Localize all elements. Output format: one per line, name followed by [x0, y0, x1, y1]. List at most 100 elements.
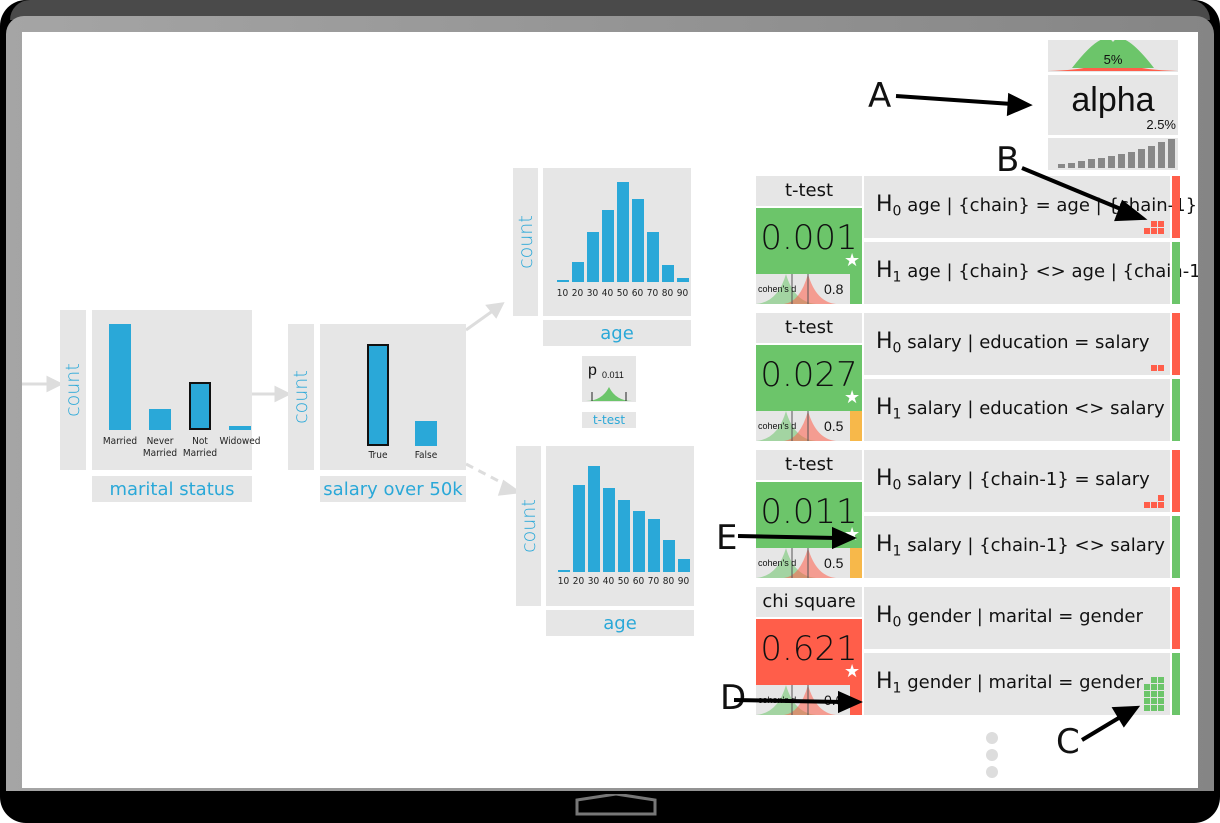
effect-size-panel: cohen's d 0.01 [756, 685, 850, 715]
h0-panel[interactable]: H0 salary | education = salary [864, 313, 1170, 375]
h0-panel[interactable]: H0 salary | {chain-1} = salary [864, 450, 1170, 512]
bar-widowed[interactable] [229, 425, 251, 430]
star-icon[interactable]: ★ [844, 250, 860, 271]
evidence-block [1151, 365, 1157, 371]
evidence-block [1158, 228, 1164, 234]
star-icon[interactable]: ★ [844, 661, 860, 682]
age-top-ylabel: count [514, 215, 537, 269]
bar-50[interactable] [616, 182, 629, 282]
alpha-history-bar [1058, 164, 1065, 168]
effect-value: 0.5 [824, 418, 844, 434]
annotation-d: D [720, 678, 747, 718]
alpha-history-bar [1128, 152, 1135, 168]
evidence-block [1158, 698, 1164, 704]
tick-label: Widowed [219, 436, 261, 447]
mini-test-name: t-test [582, 412, 636, 428]
bar-60[interactable] [631, 199, 644, 282]
evidence-block [1151, 228, 1157, 234]
marital-xlabel: marital status [92, 476, 252, 502]
bar-80[interactable] [661, 265, 674, 282]
alpha-label: alpha [1071, 81, 1155, 119]
h1-text: H1 gender | marital = gender [876, 669, 1143, 697]
bar-80[interactable] [662, 540, 675, 572]
alpha-sub-percent: 2.5% [1146, 117, 1176, 132]
screen: count Married Never Married Not Married Wid… [22, 32, 1198, 788]
marital-status-chart: Married Never Married Not Married Widowed [92, 310, 261, 470]
evidence-block [1151, 502, 1157, 508]
more-dot[interactable] [986, 766, 998, 778]
h1-evidence [1142, 401, 1164, 437]
bar-true[interactable] [367, 344, 389, 446]
bar-married[interactable] [109, 324, 131, 430]
evidence-block [1144, 228, 1150, 234]
bar-70[interactable] [646, 232, 659, 282]
home-button-icon[interactable] [574, 794, 658, 818]
evidence-block [1151, 684, 1157, 690]
bar-30[interactable] [586, 232, 599, 282]
h0-panel[interactable]: H0 age | {chain} = age | {chain-1} [864, 176, 1197, 238]
evidence-block [1144, 705, 1150, 711]
evidence-block [1151, 705, 1157, 711]
bar-70[interactable] [647, 519, 660, 572]
effect-size-panel: cohen's d 0.8 [756, 274, 850, 304]
annotation-a: A [868, 76, 892, 116]
evidence-block [1158, 365, 1164, 371]
evidence-block [1158, 502, 1164, 508]
evidence-block [1151, 677, 1157, 683]
bar-40[interactable] [601, 210, 614, 282]
alpha-history-bar [1148, 145, 1155, 168]
h1-panel[interactable]: H1 salary | {chain-1} <> salary [864, 516, 1170, 578]
bar-90[interactable] [676, 278, 689, 282]
salary-xlabel: salary over 50k [320, 476, 466, 502]
evidence-block [1151, 691, 1157, 697]
alpha-distribution-panel[interactable]: 5% [1048, 38, 1178, 72]
effect-value: 0.01 [824, 692, 850, 708]
alpha-history-bar [1118, 154, 1125, 168]
evidence-block [1158, 677, 1164, 683]
alpha-history-panel[interactable] [1048, 138, 1178, 170]
h1-panel[interactable]: H1 salary | education <> salary [864, 379, 1170, 441]
evidence-block [1144, 502, 1150, 508]
bar-false[interactable] [415, 420, 437, 446]
bar-90[interactable] [677, 559, 690, 572]
alpha-panel[interactable]: alpha 2.5% [1048, 75, 1178, 135]
bar-20[interactable] [571, 262, 584, 282]
bar-not-married[interactable] [189, 382, 211, 430]
bar-30[interactable] [587, 466, 600, 572]
bar-never-married[interactable] [149, 408, 171, 430]
alpha-history-bar [1158, 142, 1165, 168]
star-icon[interactable]: ★ [844, 387, 860, 408]
effect-indicator [850, 411, 862, 441]
h1-evidence [1142, 675, 1164, 711]
age-bottom-ylabel: count [517, 499, 540, 553]
bar-50[interactable] [617, 499, 630, 572]
bar-10[interactable] [557, 570, 570, 572]
h0-panel[interactable]: H0 gender | marital = gender [864, 587, 1170, 649]
h1-evidence [1142, 538, 1164, 574]
more-dot[interactable] [986, 749, 998, 761]
arrowhead [46, 375, 64, 393]
connector-salary-age-top [465, 308, 495, 332]
h1-text: H1 salary | education <> salary [876, 395, 1165, 423]
star-icon[interactable]: ★ [844, 524, 860, 545]
more-dot[interactable] [986, 732, 998, 744]
effect-label: cohen's d [758, 284, 797, 294]
bar-40[interactable] [602, 488, 615, 572]
tick-label: 90 [676, 288, 689, 299]
evidence-block [1144, 691, 1150, 697]
evidence-block [1158, 705, 1164, 711]
bar-20[interactable] [572, 485, 585, 572]
h0-evidence [1142, 488, 1164, 508]
alpha-history-bar [1168, 138, 1175, 168]
h1-panel[interactable]: H1 gender | marital = gender [864, 653, 1170, 715]
effect-indicator [850, 274, 862, 304]
bar-60[interactable] [632, 510, 645, 572]
bar-10[interactable] [556, 280, 569, 282]
h1-panel[interactable]: H1 age | {chain} <> age | {chain-1} [864, 242, 1198, 304]
h0-evidence [1142, 214, 1164, 234]
h1-indicator [1172, 516, 1180, 578]
test-name: t-test [784, 454, 834, 475]
salary-ylabel: count [290, 370, 313, 424]
h1-indicator [1172, 379, 1180, 441]
annotation-e: E [716, 518, 738, 558]
